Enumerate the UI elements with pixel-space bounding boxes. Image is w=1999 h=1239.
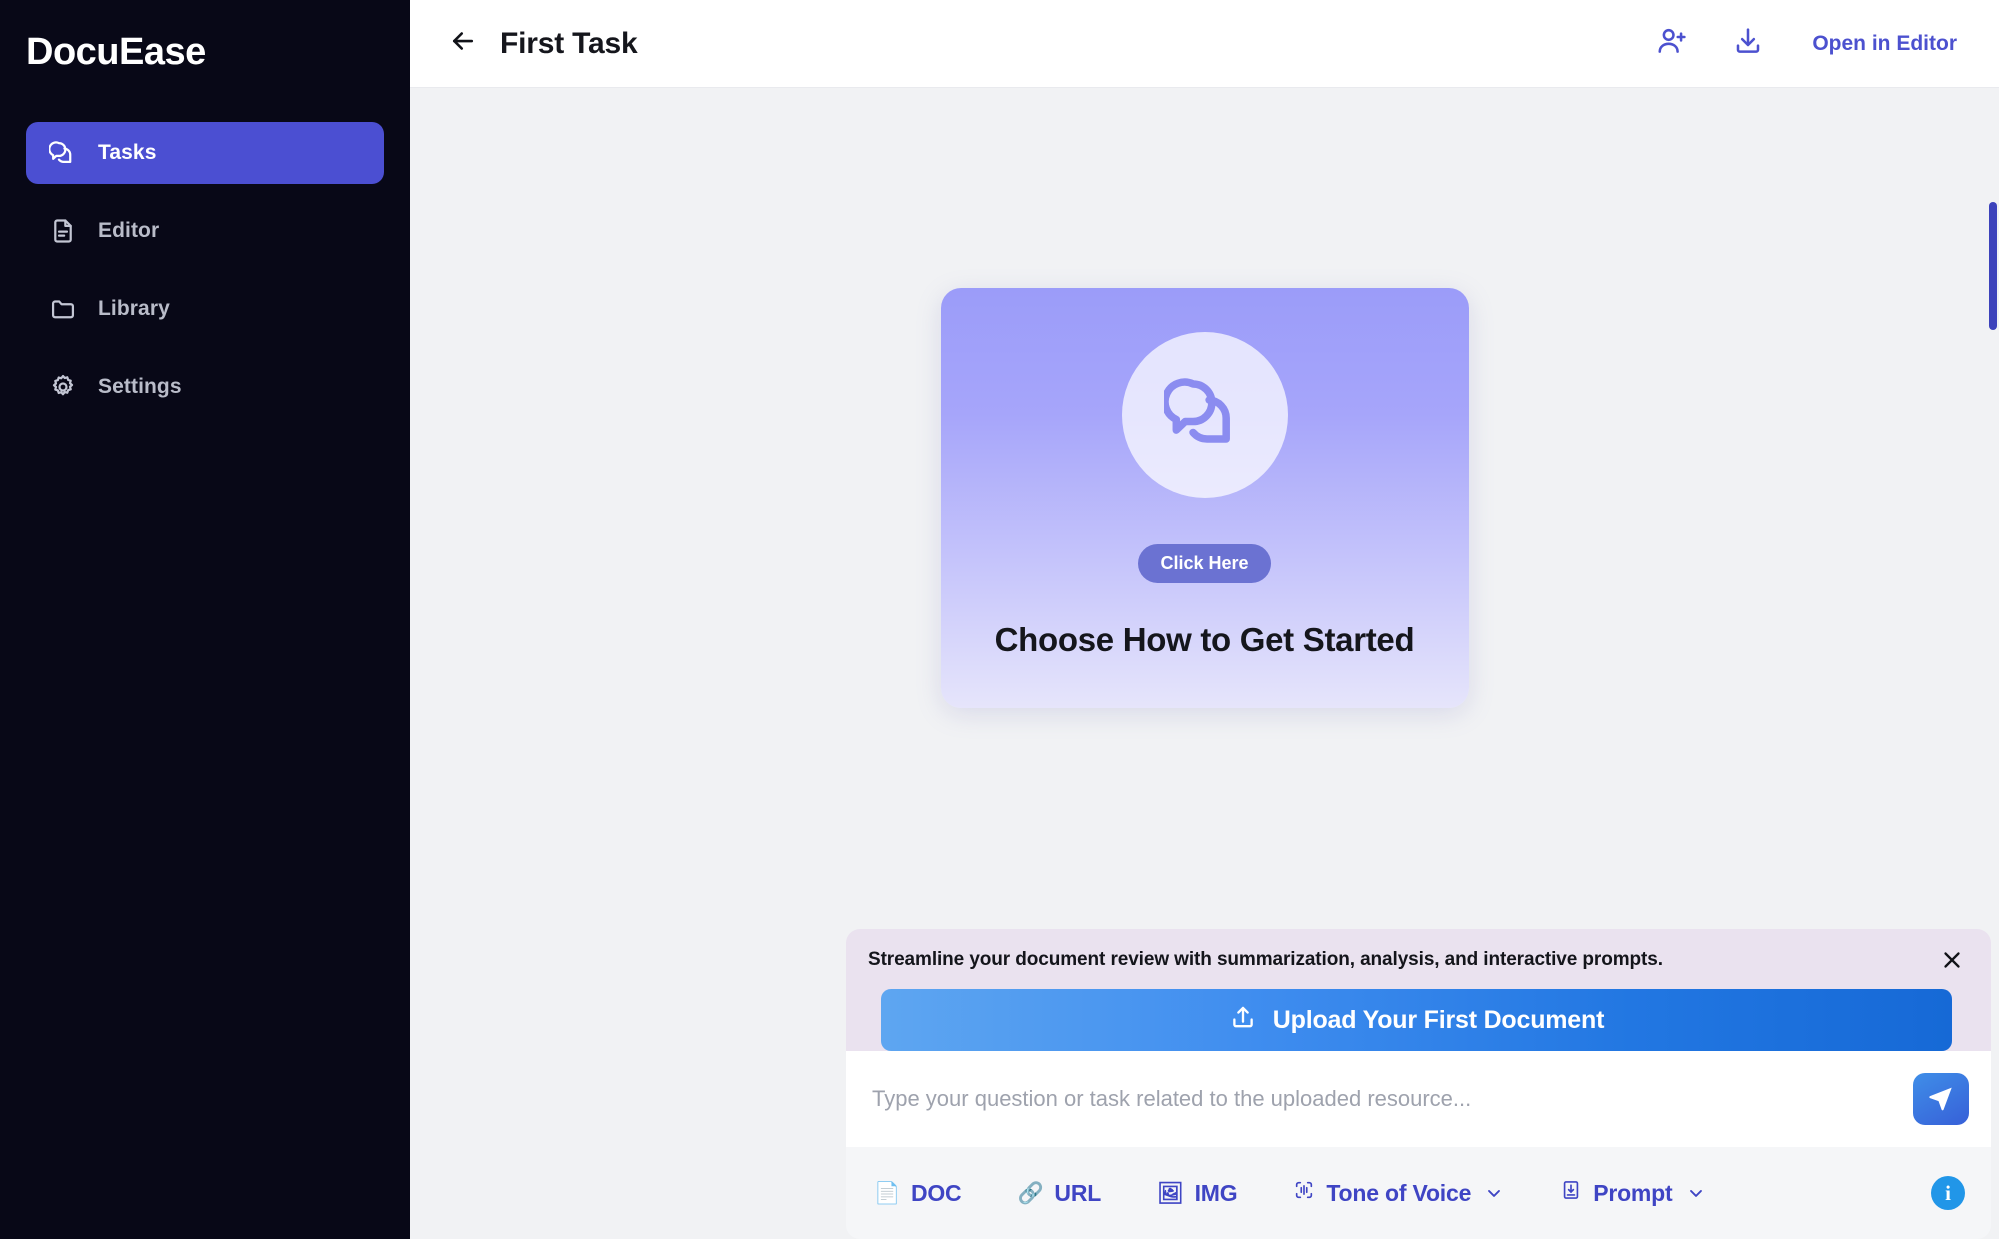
chat-bubbles-icon — [1160, 372, 1246, 459]
promo-text: Streamline your document review with sum… — [868, 949, 1663, 970]
tool-label: URL — [1054, 1179, 1102, 1206]
gear-icon — [48, 372, 78, 402]
sidebar-item-editor[interactable]: Editor — [26, 200, 384, 262]
send-button[interactable] — [1913, 1073, 1969, 1125]
sidebar-item-tasks[interactable]: Tasks — [26, 121, 384, 184]
folder-icon — [48, 294, 78, 324]
card-title: Choose How to Get Started — [994, 621, 1415, 658]
sidebar-nav: Tasks Editor Library Settings — [26, 121, 384, 418]
scrollbar-thumb[interactable] — [1989, 202, 1997, 330]
document-icon — [48, 216, 78, 246]
page-title: First Task — [500, 26, 638, 60]
image-icon: 🖼 — [1157, 1181, 1184, 1205]
main-area: First Task Open in Editor Click Here Cho… — [410, 0, 1999, 1239]
sidebar-item-label: Editor — [98, 218, 160, 242]
sidebar-item-label: Tasks — [98, 140, 157, 164]
upload-icon — [1229, 1003, 1257, 1038]
tool-tone-of-voice-button[interactable]: Tone of Voice — [1293, 1179, 1504, 1207]
tool-label: DOC — [910, 1179, 962, 1206]
back-button[interactable] — [440, 21, 486, 67]
composer-toolbar: 📄 DOC 🔗 URL 🖼 IMG Tone of Voice Prompt i — [846, 1147, 1991, 1239]
chevron-down-icon — [1689, 1190, 1702, 1197]
tool-label: IMG — [1194, 1179, 1238, 1206]
topbar-actions: Open in Editor — [1652, 24, 1965, 64]
chat-bubbles-icon — [48, 138, 78, 168]
download-icon — [1732, 25, 1764, 62]
upload-first-document-button[interactable]: Upload Your First Document — [881, 989, 1952, 1051]
composer: Streamline your document review with sum… — [846, 929, 1991, 1239]
card-icon-circle — [1121, 332, 1288, 498]
tool-img-button[interactable]: 🖼 IMG — [1157, 1179, 1238, 1207]
user-plus-icon — [1656, 25, 1688, 62]
prompt-icon — [1560, 1179, 1582, 1207]
upload-button-label: Upload Your First Document — [1272, 1005, 1605, 1034]
download-button[interactable] — [1728, 24, 1768, 64]
doc-file-icon: 📄 — [874, 1181, 900, 1205]
prompt-input-row — [846, 1051, 1991, 1147]
chevron-down-icon — [1488, 1190, 1501, 1197]
link-icon: 🔗 — [1017, 1181, 1044, 1205]
promo-close-button[interactable] — [1935, 945, 1969, 979]
prompt-input[interactable] — [872, 1086, 1897, 1112]
close-icon — [1940, 948, 1964, 977]
tool-url-button[interactable]: 🔗 URL — [1017, 1180, 1101, 1207]
info-button[interactable]: i — [1931, 1176, 1965, 1210]
open-in-editor-button[interactable]: Open in Editor — [1804, 26, 1965, 62]
tool-label: Tone of Voice — [1326, 1179, 1472, 1206]
tool-label: Prompt — [1593, 1179, 1673, 1206]
waveform-icon — [1293, 1179, 1315, 1207]
sidebar-item-settings[interactable]: Settings — [26, 356, 384, 418]
tool-doc-button[interactable]: 📄 DOC — [874, 1179, 962, 1207]
sidebar-item-label: Settings — [98, 374, 182, 398]
topbar: First Task Open in Editor — [410, 0, 1999, 88]
add-user-button[interactable] — [1652, 24, 1692, 64]
click-here-badge[interactable]: Click Here — [1138, 544, 1271, 583]
info-icon: i — [1945, 1180, 1951, 1205]
sidebar-item-label: Library — [98, 296, 170, 320]
sidebar-item-library[interactable]: Library — [26, 278, 384, 340]
sidebar: DocuEase Tasks Editor Library Settings — [0, 0, 410, 1239]
arrow-left-icon — [448, 26, 478, 61]
brand-logo: DocuEase — [26, 31, 206, 73]
tool-prompt-button[interactable]: Prompt — [1560, 1179, 1705, 1207]
promo-banner: Streamline your document review with sum… — [846, 929, 1991, 1051]
app-root: DocuEase Tasks Editor Library Settings F… — [0, 0, 1999, 1239]
send-icon — [1927, 1084, 1955, 1115]
get-started-card[interactable]: Click Here Choose How to Get Started — [940, 288, 1469, 708]
